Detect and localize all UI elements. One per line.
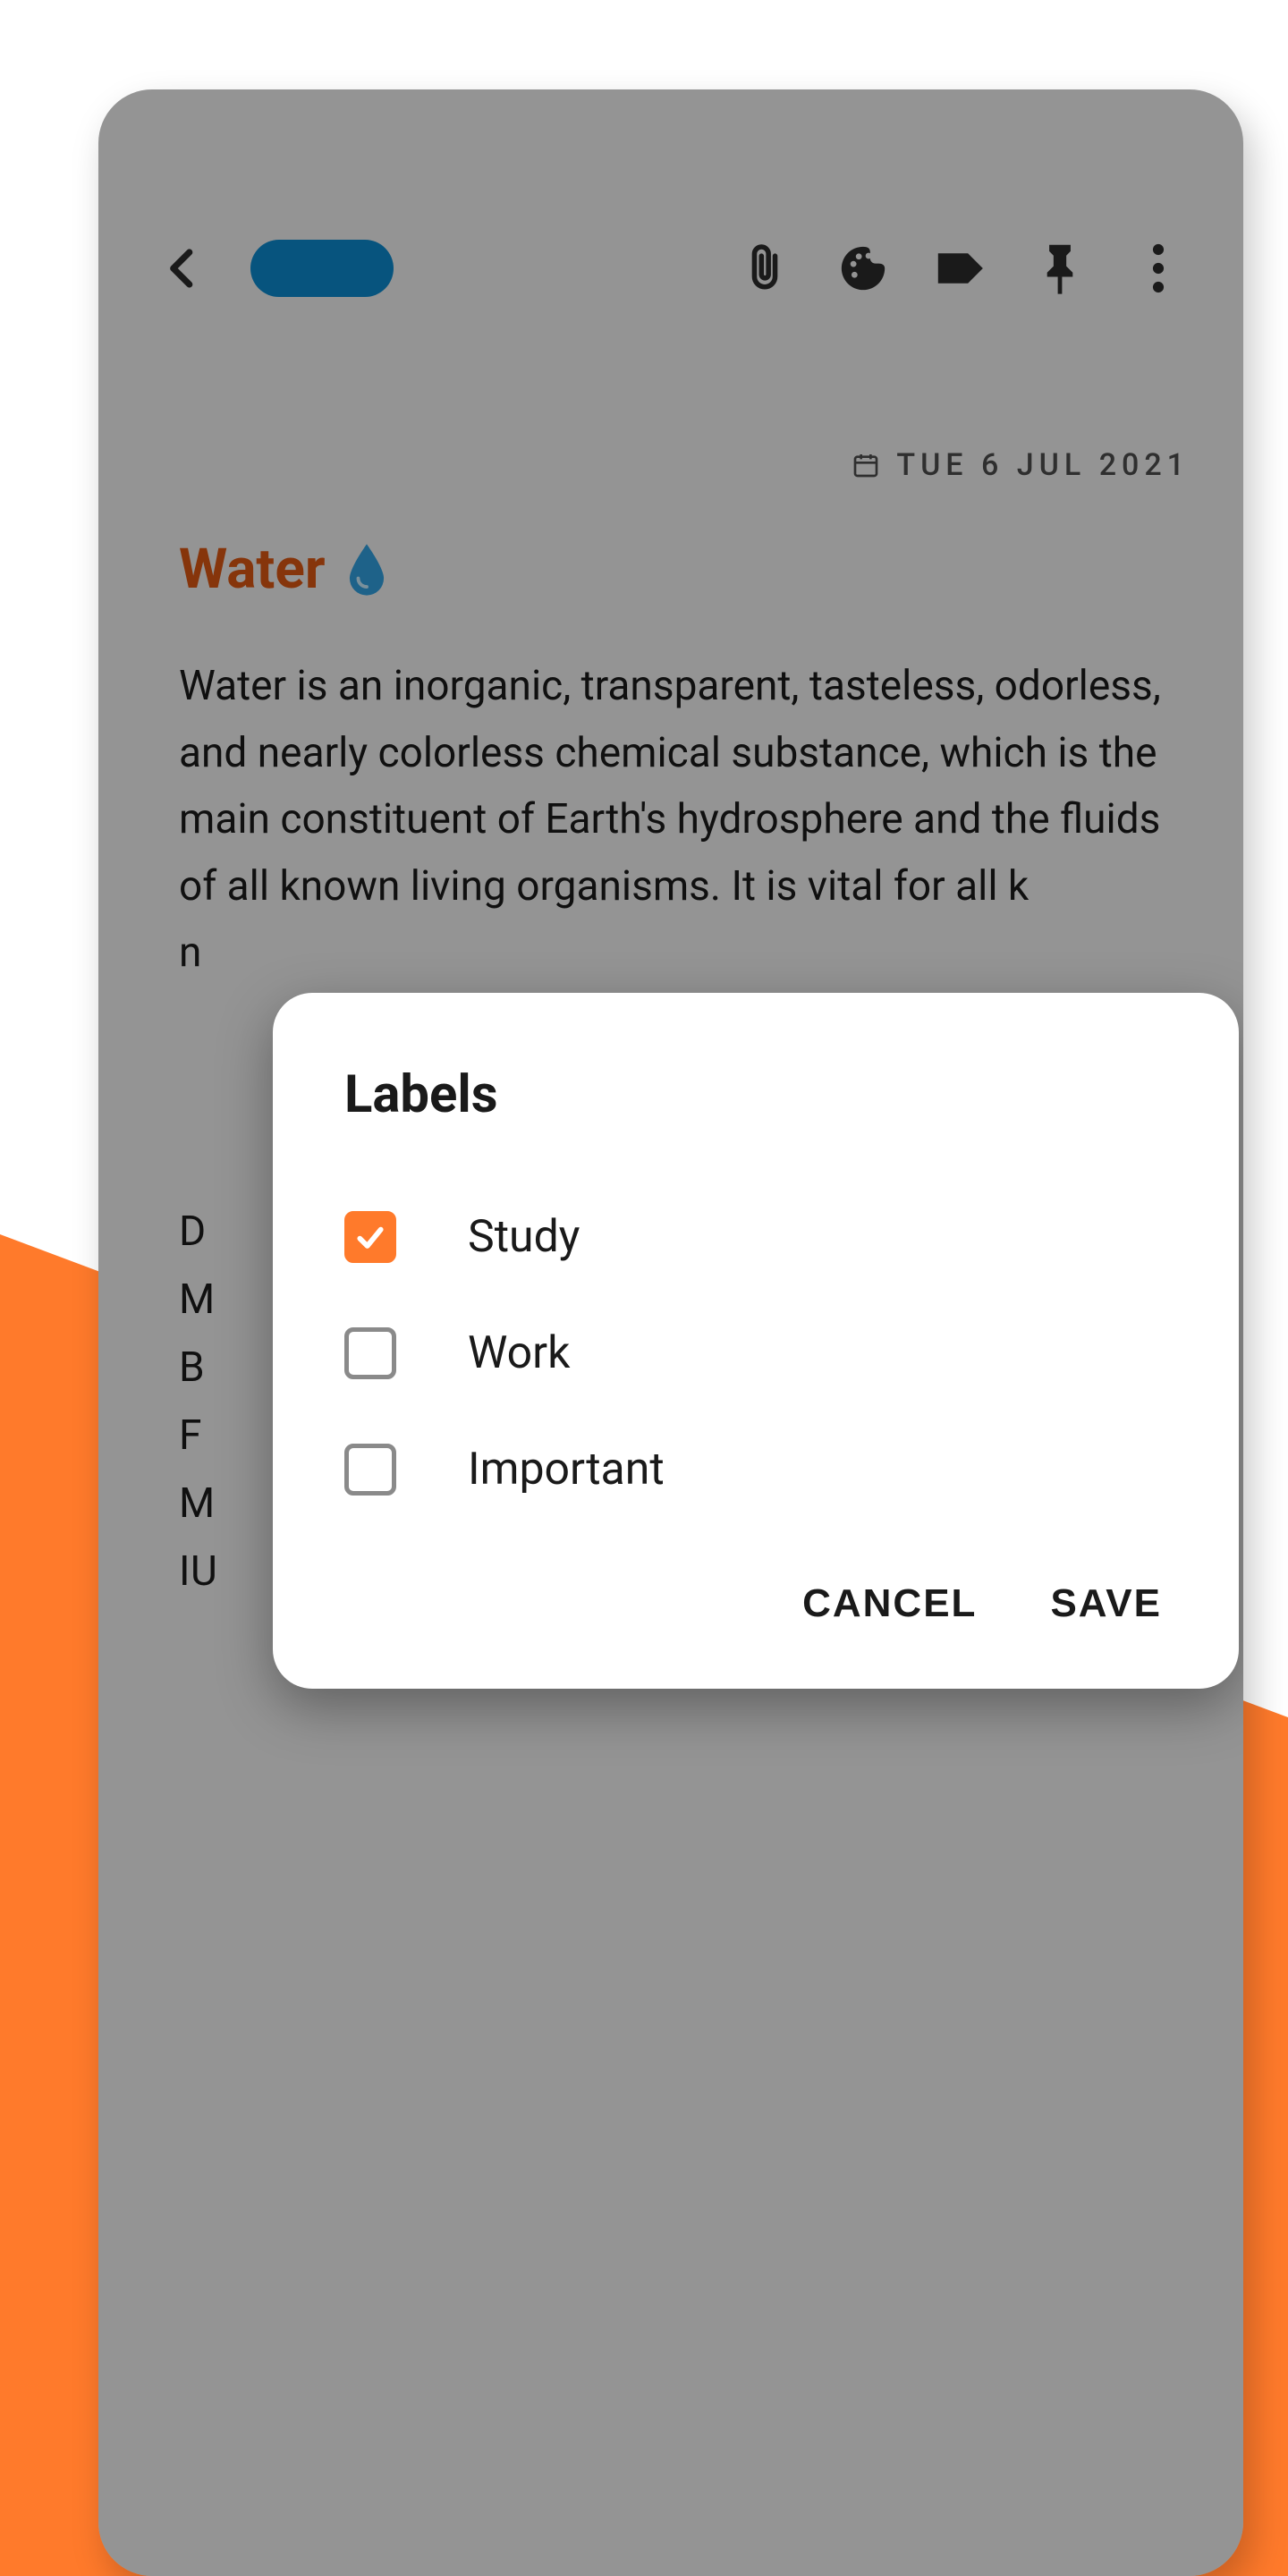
note-date: TUE 6 JUL 2021 — [896, 447, 1190, 483]
note-body[interactable]: Water is an inorganic, transparent, tast… — [179, 653, 1172, 987]
phone-frame: TUE 6 JUL 2021 Water Water is an inorgan… — [98, 89, 1243, 2576]
list-item: M — [179, 1267, 217, 1335]
list-item: B — [179, 1335, 217, 1402]
paperclip-icon — [740, 242, 790, 295]
label-option-important[interactable]: Important — [344, 1411, 1167, 1528]
list-item: IU — [179, 1538, 217, 1606]
label-text: Study — [468, 1211, 580, 1263]
checkbox-work[interactable] — [344, 1327, 396, 1379]
pin-button[interactable] — [1011, 219, 1109, 318]
palette-button[interactable] — [814, 219, 912, 318]
save-button[interactable]: SAVE — [1045, 1572, 1167, 1635]
more-vertical-icon — [1152, 243, 1165, 293]
app-bar — [98, 206, 1243, 331]
back-button[interactable] — [134, 219, 233, 318]
dialog-title: Labels — [344, 1064, 1167, 1125]
list-item: F — [179, 1402, 217, 1470]
water-drop-icon — [343, 542, 390, 597]
dialog-actions: CANCEL SAVE — [344, 1572, 1167, 1635]
labels-dialog: Labels Study Work — [273, 993, 1239, 1689]
more-button[interactable] — [1109, 219, 1208, 318]
label-button[interactable] — [912, 219, 1011, 318]
list-item: D — [179, 1199, 217, 1267]
checkbox-study[interactable] — [344, 1211, 396, 1263]
label-option-work[interactable]: Work — [344, 1295, 1167, 1411]
checkbox-important[interactable] — [344, 1444, 396, 1496]
label-text: Work — [468, 1327, 570, 1379]
note-body-obscured: D M B F M IU — [179, 1199, 217, 1606]
attach-button[interactable] — [716, 219, 814, 318]
list-item: M — [179, 1470, 217, 1538]
chevron-left-icon — [159, 244, 208, 292]
palette-icon — [837, 242, 889, 294]
label-icon — [934, 247, 989, 290]
calendar-icon — [852, 451, 880, 479]
label-text: Important — [468, 1444, 665, 1496]
pin-icon — [1038, 241, 1082, 296]
label-option-study[interactable]: Study — [344, 1179, 1167, 1295]
note-title-row[interactable]: Water — [179, 537, 390, 602]
note-date-row[interactable]: TUE 6 JUL 2021 — [852, 447, 1190, 483]
cancel-button[interactable]: CANCEL — [797, 1572, 982, 1635]
note-color-pill[interactable] — [250, 240, 394, 297]
note-title: Water — [179, 537, 326, 602]
check-icon — [352, 1219, 388, 1255]
